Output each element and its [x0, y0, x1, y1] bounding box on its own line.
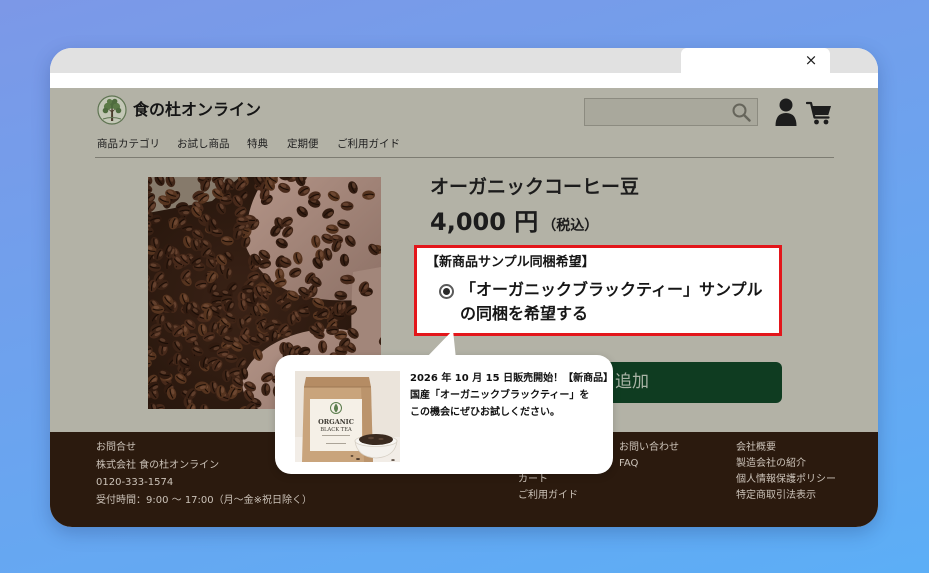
footer-link-privacy-policy[interactable]: 個人情報保護ポリシー	[736, 473, 836, 489]
browser-toolbar	[50, 73, 878, 88]
footer-link-contact[interactable]: お問い合わせ	[619, 441, 679, 457]
callout-tail	[425, 330, 456, 359]
user-icon[interactable]	[775, 98, 797, 126]
sample-option-heading: 【新商品サンプル同梱希望】	[426, 255, 595, 270]
search-icon[interactable]	[731, 102, 751, 122]
package-label-organic: ORGANIC	[318, 418, 354, 426]
callout-text: 2026 年 10 月 15 日販売開始！【新商品】 国産「オーガニックブラック…	[410, 370, 613, 421]
package-label-black-tea: BLACK TEA	[320, 427, 352, 433]
price-amount: 4,000 円	[430, 208, 539, 236]
footer-link-manufacturer[interactable]: 製造会社の紹介	[736, 457, 836, 473]
coffee-bean	[216, 385, 226, 399]
nav-item-subscription[interactable]: 定期便	[287, 137, 319, 151]
search-input[interactable]	[584, 98, 758, 126]
nav-divider	[95, 157, 834, 158]
nav-item-benefits[interactable]: 特典	[247, 137, 268, 151]
browser-window: × 食の杜オンライン 商品カテゴリ お試し商品 特典 定期便 ご利用ガイド オー…	[50, 48, 878, 527]
callout-line-product: 国産「オーガニックブラックティー」を	[410, 390, 590, 401]
footer-links-company: 会社概要 製造会社の紹介 個人情報保護ポリシー 特定商取引法表示	[736, 441, 836, 505]
footer-links-support: お問い合わせ FAQ	[619, 441, 679, 473]
sample-option-radio[interactable]	[439, 284, 454, 299]
product-title: オーガニックコーヒー豆	[430, 176, 640, 198]
product-price: 4,000 円（税込）	[430, 207, 598, 237]
footer-link-company-profile[interactable]: 会社概要	[736, 441, 836, 457]
tea-package-photo: ORGANIC BLACK TEA	[295, 371, 400, 462]
tea-package-image: ORGANIC BLACK TEA	[295, 371, 400, 462]
tree-logo-icon[interactable]	[97, 95, 127, 125]
new-product-callout: ORGANIC BLACK TEA 2026 年 10 月 15 日販売開始！【…	[275, 355, 613, 474]
tab-bar: ×	[50, 48, 878, 73]
tree-logo-graphic	[97, 95, 127, 125]
nav-item-product-categories[interactable]: 商品カテゴリ	[97, 137, 160, 151]
nav-item-user-guide[interactable]: ご利用ガイド	[337, 137, 400, 151]
sample-option-label-continued[interactable]: の同梱を希望する	[460, 304, 588, 324]
sample-option-highlight: 【新商品サンプル同梱希望】 「オーガニックブラックティー」サンプル の同梱を希望…	[414, 245, 782, 336]
footer-link-commercial-law[interactable]: 特定商取引法表示	[736, 489, 836, 505]
sample-option-label[interactable]: 「オーガニックブラックティー」サンプル	[460, 280, 763, 300]
footer-link-faq[interactable]: FAQ	[619, 457, 679, 473]
footer-links-shopping: カート ご利用ガイド	[518, 473, 578, 505]
footer-phone: 0120-333-1574	[96, 477, 174, 489]
site-name[interactable]: 食の杜オンライン	[133, 100, 261, 120]
footer-link-user-guide[interactable]: ご利用ガイド	[518, 489, 578, 505]
footer-link-cart[interactable]: カート	[518, 473, 578, 489]
footer-hours: 受付時間：9:00 〜 17:00（月〜金※祝日除く）	[96, 495, 313, 507]
nav-item-trial-products[interactable]: お試し商品	[177, 137, 230, 151]
callout-line-invitation: この機会にぜひお試しください。	[410, 407, 560, 418]
close-icon[interactable]: ×	[802, 51, 820, 69]
radio-selected-dot	[443, 288, 450, 295]
tax-note: （税込）	[542, 218, 599, 234]
cart-icon[interactable]	[805, 100, 832, 126]
active-tab[interactable]: ×	[681, 48, 830, 73]
callout-line-release-date: 2026 年 10 月 15 日販売開始！【新商品】	[410, 373, 614, 384]
add-to-cart-label: 追加	[615, 372, 649, 392]
